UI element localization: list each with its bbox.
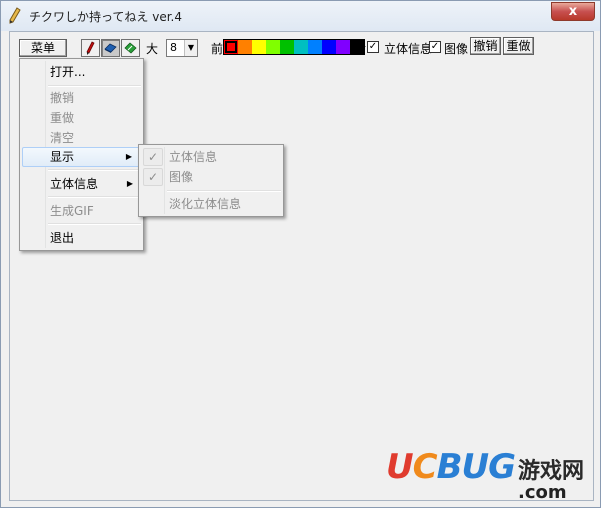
image-checkbox[interactable]: ✓ xyxy=(429,41,441,53)
undo-button[interactable]: 撤销 xyxy=(470,37,501,55)
fill-tool-button[interactable] xyxy=(121,39,140,57)
main-menu: 打开... 撤销 重做 清空 显示 ▶ 立体信息 ▶ 生成GIF 退出 xyxy=(19,58,144,251)
menu-item-exit[interactable]: 退出 xyxy=(22,228,141,248)
eraser-icon xyxy=(104,43,117,53)
color-swatch[interactable] xyxy=(336,40,350,54)
redo-button[interactable]: 重做 xyxy=(503,37,534,55)
menu-separator xyxy=(167,190,281,192)
submenu-item-fade-stereo[interactable]: 淡化立体信息 xyxy=(141,194,281,214)
check-icon: ✓ xyxy=(143,148,163,166)
display-submenu: ✓ 立体信息 ✓ 图像 淡化立体信息 xyxy=(138,144,284,217)
color-swatch[interactable] xyxy=(322,40,336,54)
image-label: 图像 xyxy=(444,42,469,56)
color-palette[interactable] xyxy=(223,39,365,55)
menu-item-stereo-info[interactable]: 立体信息 ▶ xyxy=(22,174,141,194)
submenu-item-stereo-info[interactable]: ✓ 立体信息 xyxy=(141,147,281,167)
check-icon: ✓ xyxy=(143,168,163,186)
close-icon: x xyxy=(568,4,578,19)
menu-separator xyxy=(48,169,141,171)
color-swatch[interactable] xyxy=(280,40,294,54)
color-swatch[interactable] xyxy=(224,40,238,54)
eraser-tool-button[interactable] xyxy=(101,39,120,57)
submenu-item-image[interactable]: ✓ 图像 xyxy=(141,167,281,187)
menu-button[interactable]: 菜单 xyxy=(19,39,67,57)
color-swatch[interactable] xyxy=(252,40,266,54)
menu-separator xyxy=(48,85,141,87)
menu-separator xyxy=(48,196,141,198)
size-value: 8 xyxy=(170,41,177,54)
close-button[interactable]: x xyxy=(551,2,595,21)
pen-tool-button[interactable] xyxy=(81,39,100,57)
menu-item-redo[interactable]: 重做 xyxy=(22,108,141,128)
color-swatch[interactable] xyxy=(294,40,308,54)
chevron-down-icon: ▼ xyxy=(184,40,197,56)
watermark-logo: UCBUG xyxy=(386,447,516,487)
stereo-info-label: 立体信息 xyxy=(384,42,433,56)
menu-separator xyxy=(48,223,141,225)
color-swatch[interactable] xyxy=(308,40,322,54)
color-swatch[interactable] xyxy=(238,40,252,54)
size-label: 大 xyxy=(146,42,159,56)
stereo-info-checkbox[interactable]: ✓ xyxy=(367,41,379,53)
front-color-label: 前 xyxy=(211,42,224,56)
menu-item-display[interactable]: 显示 ▶ xyxy=(22,147,141,167)
pencil-app-icon xyxy=(9,7,21,24)
chevron-right-icon: ▶ xyxy=(126,179,133,188)
window-title: チクワしか持ってねえ ver.4 xyxy=(29,10,182,24)
menu-item-make-gif[interactable]: 生成GIF xyxy=(22,201,141,221)
menu-item-open[interactable]: 打开... xyxy=(22,62,141,82)
size-select[interactable]: 8 ▼ xyxy=(166,39,198,57)
color-swatch[interactable] xyxy=(266,40,280,54)
app-window: チクワしか持ってねえ ver.4 x 菜单 大 8 ▼ 前 后 ✓ 立体信息 ✓… xyxy=(0,0,601,508)
menu-item-undo[interactable]: 撤销 xyxy=(22,88,141,108)
back-color-label: 后 xyxy=(354,42,367,56)
watermark-cn-text: 游戏网 xyxy=(518,458,585,484)
fill-icon xyxy=(124,42,137,54)
pen-icon xyxy=(86,41,95,55)
watermark-domain: .com xyxy=(518,482,567,503)
title-bar[interactable]: チクワしか持ってねえ ver.4 x xyxy=(1,1,600,31)
chevron-right-icon: ▶ xyxy=(125,152,132,161)
menu-item-clear[interactable]: 清空 xyxy=(22,128,141,148)
